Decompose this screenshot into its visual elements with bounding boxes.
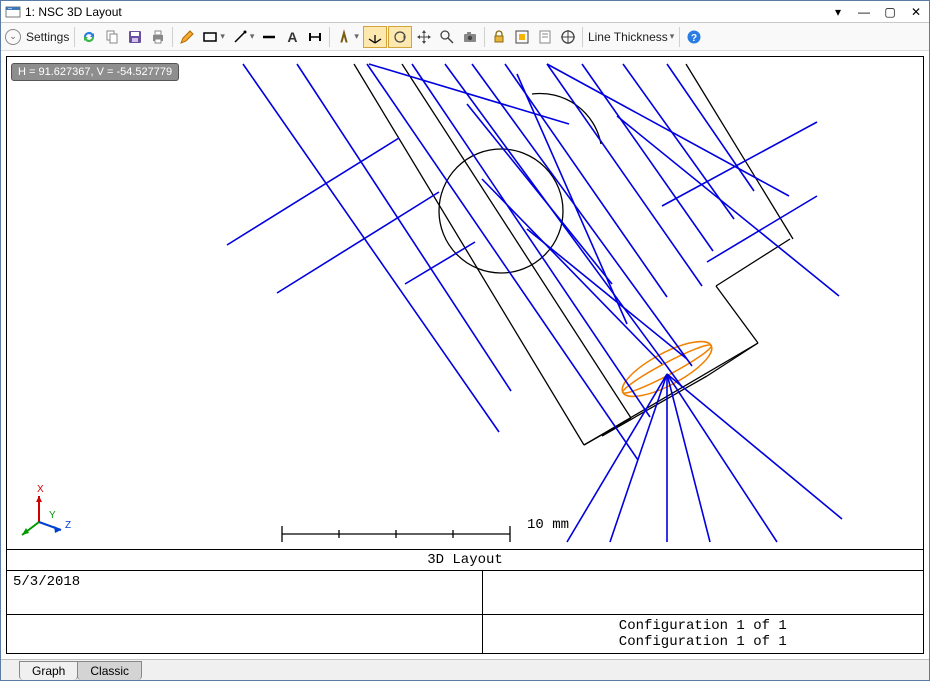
info-cell-1: [483, 571, 923, 614]
date-cell: 5/3/2018: [7, 571, 483, 614]
compass-button[interactable]: ▾: [333, 26, 362, 48]
pencil-button[interactable]: [176, 26, 198, 48]
panel-title: 3D Layout: [6, 550, 924, 571]
zoom-button[interactable]: [436, 26, 458, 48]
window-title: 1: NSC 3D Layout: [25, 5, 829, 19]
print-button[interactable]: [147, 26, 169, 48]
settings-button[interactable]: Settings: [24, 26, 71, 48]
dimension-button[interactable]: [304, 26, 326, 48]
svg-text:?: ?: [691, 33, 697, 44]
axes-button[interactable]: [363, 26, 387, 48]
coord-readout: H = 91.627367, V = -54.527779: [11, 63, 179, 81]
maximize-button[interactable]: ▢: [881, 5, 899, 19]
titlebar: 1: NSC 3D Layout ▾ — ▢ ✕: [1, 1, 929, 23]
viewport-3d[interactable]: X Y Z H = 91.627367, V = -54.527779 10 m…: [6, 56, 924, 550]
app-icon: [5, 4, 21, 20]
scale-label: 10 mm: [527, 517, 569, 533]
minimize-button[interactable]: —: [855, 5, 873, 19]
rectangle-button[interactable]: ▾: [199, 26, 228, 48]
line-thickness-dropdown[interactable]: Line Thickness▾: [586, 26, 676, 48]
line-button[interactable]: ▾: [229, 26, 258, 48]
expand-toggle-button[interactable]: ⌄: [5, 29, 21, 45]
tab-classic[interactable]: Classic: [77, 661, 142, 680]
info-cell-2: [7, 615, 483, 653]
refresh-button[interactable]: [78, 26, 100, 48]
toolbar: ⌄ Settings ▾ ▾ A ▾ Line Thickness▾ ?: [1, 23, 929, 51]
svg-text:Z: Z: [65, 520, 71, 531]
fit-button[interactable]: [511, 26, 533, 48]
text-button[interactable]: A: [281, 26, 303, 48]
document-button[interactable]: [534, 26, 556, 48]
svg-text:X: X: [37, 484, 44, 495]
content-area: X Y Z H = 91.627367, V = -54.527779 10 m…: [1, 51, 929, 659]
config-line-2: Configuration 1 of 1: [489, 634, 917, 650]
copy-button[interactable]: [101, 26, 123, 48]
render-canvas: X Y Z: [7, 57, 923, 549]
config-cell: Configuration 1 of 1 Configuration 1 of …: [483, 615, 923, 653]
camera-button[interactable]: [459, 26, 481, 48]
tab-graph[interactable]: Graph: [19, 661, 78, 680]
rotate-button[interactable]: [388, 26, 412, 48]
config-line-1: Configuration 1 of 1: [489, 618, 917, 634]
dash-button[interactable]: [258, 26, 280, 48]
target-button[interactable]: [557, 26, 579, 48]
svg-text:Y: Y: [49, 510, 56, 521]
scale-bar: [282, 526, 510, 542]
save-button[interactable]: [124, 26, 146, 48]
tabbar: Graph Classic: [1, 659, 929, 680]
help-button[interactable]: ?: [683, 26, 705, 48]
lock-button[interactable]: [488, 26, 510, 48]
close-button[interactable]: ✕: [907, 5, 925, 19]
move-button[interactable]: [413, 26, 435, 48]
dropdown-button[interactable]: ▾: [829, 5, 847, 19]
